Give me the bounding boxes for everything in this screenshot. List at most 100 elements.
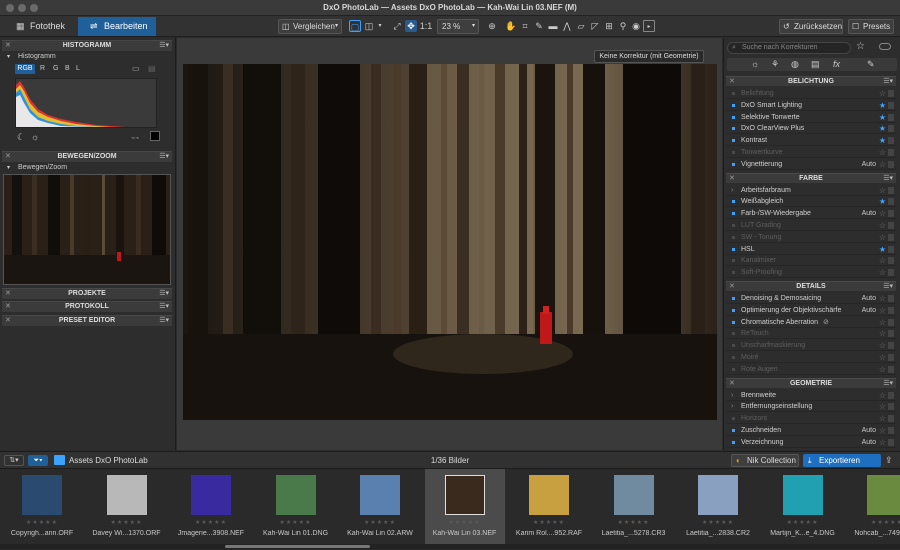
star-icon[interactable]: ☆ — [879, 328, 886, 339]
correction-item[interactable]: Optimierung der Objektivschärfe Auto ☆ — [726, 305, 896, 316]
rating-stars[interactable]: ★★★★★ — [340, 519, 420, 526]
rating-stars[interactable]: ★★★★★ — [509, 519, 589, 526]
zoom-select[interactable]: 23 % ▾ — [437, 19, 479, 34]
sort-icon[interactable]: ⇅▾ — [4, 455, 24, 466]
toggle-icon[interactable] — [879, 43, 891, 50]
histogram-subheader[interactable]: ▾ Histogramm — [2, 52, 172, 62]
main-photo[interactable] — [183, 64, 717, 420]
single-view-icon[interactable]: ▢ — [349, 20, 361, 32]
rating-stars[interactable]: ★★★★★ — [256, 519, 336, 526]
star-filled-icon[interactable]: ★ — [879, 244, 886, 255]
share-icon[interactable]: ⇪ — [885, 455, 893, 466]
channel-rgb[interactable]: RGB — [15, 64, 35, 74]
ratio-1to1-button[interactable]: 1:1 — [419, 20, 433, 32]
geometry-icon[interactable]: ▤ — [811, 59, 820, 70]
close-icon[interactable]: ✕ — [729, 77, 735, 87]
export-button[interactable]: ⤓ Exportieren — [803, 454, 881, 467]
scrollbar-thumb[interactable] — [225, 545, 370, 548]
move-zoom-panel-header[interactable]: ✕ BEWEGEN/ZOOM ☰▾ — [2, 151, 172, 162]
channel-r[interactable]: R — [40, 64, 45, 74]
star-icon[interactable]: ☆ — [879, 88, 886, 99]
local-adjust-icon[interactable]: ◸ — [589, 20, 601, 32]
correction-item[interactable]: Unscharfmaskierung ☆ — [726, 340, 896, 352]
correction-item[interactable]: › Arbeitsfarbraum ☆ — [726, 185, 896, 196]
compare-button[interactable]: ◫ Vergleichen ▾ — [278, 19, 342, 34]
star-icon[interactable]: ☆ — [879, 413, 886, 424]
histogram-panel-header[interactable]: ✕ HISTOGRAMM ☰▾ — [2, 40, 172, 51]
eyedropper-icon[interactable]: ✎ — [533, 20, 545, 32]
effects-icon[interactable]: fx — [833, 59, 840, 69]
close-icon[interactable]: ✕ — [5, 152, 11, 162]
correction-item[interactable]: Kanalmixer ☆ — [726, 255, 896, 267]
filmstrip-scrollbar[interactable] — [0, 544, 900, 549]
correction-item[interactable]: Farb-/SW-Wiedergabe Auto ☆ — [726, 208, 896, 220]
thumbnail[interactable]: ★★★★★ Karim Rol....952.RAF — [509, 469, 589, 544]
star-icon[interactable]: ☆ — [879, 208, 886, 219]
correction-item[interactable]: ReTouch ☆ — [726, 328, 896, 340]
before-after-icon[interactable]: ▸ — [643, 20, 655, 32]
correction-item[interactable]: SW - Tonung ☆ — [726, 232, 896, 243]
detail-icon[interactable]: ◍ — [791, 59, 799, 70]
thumbnail[interactable]: ★★★★★ Kah-Wai Lin 03.NEF — [424, 469, 505, 544]
thumbnail[interactable]: ★★★★★ Davey Wi...1370.ORF — [87, 469, 167, 544]
star-icon[interactable]: ☆ — [879, 267, 886, 278]
thumbnail[interactable]: ★★★★★ Kah-Wai Lin 01.DNG — [256, 469, 336, 544]
section-menu-icon[interactable]: ☰▾ — [883, 379, 893, 389]
star-icon[interactable]: ☆ — [879, 352, 886, 363]
image-viewer[interactable]: Keine Korrektur (mit Geometrie) — [177, 38, 722, 450]
section-menu-icon[interactable]: ☰▾ — [883, 282, 893, 292]
link-icon[interactable]: ⚲ — [617, 20, 629, 32]
ruler-icon[interactable]: ▬ — [547, 20, 559, 32]
close-icon[interactable]: ✕ — [5, 41, 11, 51]
navigator-preview[interactable] — [3, 174, 171, 285]
projects-panel-header[interactable]: ✕ PROJEKTE ☰▾ — [2, 288, 172, 299]
star-icon[interactable]: ☆ — [879, 317, 886, 328]
star-filled-icon[interactable]: ★ — [879, 100, 886, 111]
star-icon[interactable]: ☆ — [879, 255, 886, 266]
close-icon[interactable]: ✕ — [5, 302, 11, 312]
panel-menu-icon[interactable]: ☰▾ — [159, 302, 169, 312]
correction-item[interactable]: Belichtung ☆ — [726, 88, 896, 99]
section-header-belichtung[interactable]: ✕ BELICHTUNG ☰▾ — [726, 76, 896, 86]
correction-item[interactable]: Soft-Proofing ☆ — [726, 267, 896, 279]
thumbnail[interactable]: ★★★★★ Jmagerie...3908.NEF — [171, 469, 251, 544]
perspective-icon[interactable]: ⋀ — [561, 20, 573, 32]
correction-item[interactable]: Kontrast ★ — [726, 135, 896, 147]
correction-item[interactable]: HSL ★ — [726, 244, 896, 255]
color-icon[interactable]: ⚘ — [771, 59, 779, 70]
channel-l[interactable]: L — [76, 64, 80, 74]
correction-item[interactable]: DxO ClearView Plus ★ — [726, 123, 896, 135]
correction-item[interactable]: Selektive Tonwerte ★ — [726, 112, 896, 123]
filter-icon[interactable]: ⏷▾ — [28, 455, 48, 466]
nik-collection-button[interactable]: ◐ Nik Collection — [731, 454, 799, 467]
close-icon[interactable]: ✕ — [5, 289, 11, 299]
channel-g[interactable]: G — [53, 64, 58, 74]
thumbnail[interactable]: ★★★★★ Laetitia_...5278.CR3 — [594, 469, 674, 544]
section-menu-icon[interactable]: ☰▾ — [883, 77, 893, 87]
rating-stars[interactable]: ★★★★★ — [594, 519, 674, 526]
tab-fotothek[interactable]: ▦ Fotothek — [4, 17, 74, 36]
rating-stars[interactable]: ★★★★★ — [678, 519, 758, 526]
panel-menu-icon[interactable]: ☰▾ — [159, 152, 169, 162]
thumbnail[interactable]: ★★★★★ Copyrigh...ann.ORF — [2, 469, 82, 544]
correction-item[interactable]: LUT Grading ☆ — [726, 220, 896, 231]
rating-stars[interactable]: ★★★★★ — [87, 519, 167, 526]
correction-item[interactable]: › Brennweite ☆ — [726, 390, 896, 401]
close-icon[interactable]: ✕ — [729, 379, 735, 389]
star-filled-icon[interactable]: ★ — [879, 123, 886, 134]
print-icon[interactable]: ▤ — [148, 64, 156, 73]
correction-item[interactable]: Horizont ☆ — [726, 413, 896, 425]
rating-stars[interactable]: ★★★★★ — [425, 519, 505, 526]
eye-off-icon[interactable]: ⊘ — [823, 317, 829, 328]
correction-item[interactable]: Chromatische Aberration ⊘ ☆ — [726, 317, 896, 328]
thumbnail[interactable]: ★★★★★ Nohcab_...7491.NEF — [847, 469, 900, 544]
star-icon[interactable]: ☆ — [879, 185, 886, 196]
star-icon[interactable]: ☆ — [879, 437, 886, 448]
star-icon[interactable]: ☆ — [879, 364, 886, 375]
star-icon[interactable]: ☆ — [879, 159, 886, 170]
move-tool-icon[interactable]: ✥ — [405, 20, 417, 32]
star-icon[interactable]: ☆ — [879, 220, 886, 231]
protocol-panel-header[interactable]: ✕ PROTOKOLL ☰▾ — [2, 301, 172, 312]
panel-menu-icon[interactable]: ☰▾ — [159, 316, 169, 326]
correction-item[interactable]: Zuschneiden Auto ☆ — [726, 425, 896, 436]
